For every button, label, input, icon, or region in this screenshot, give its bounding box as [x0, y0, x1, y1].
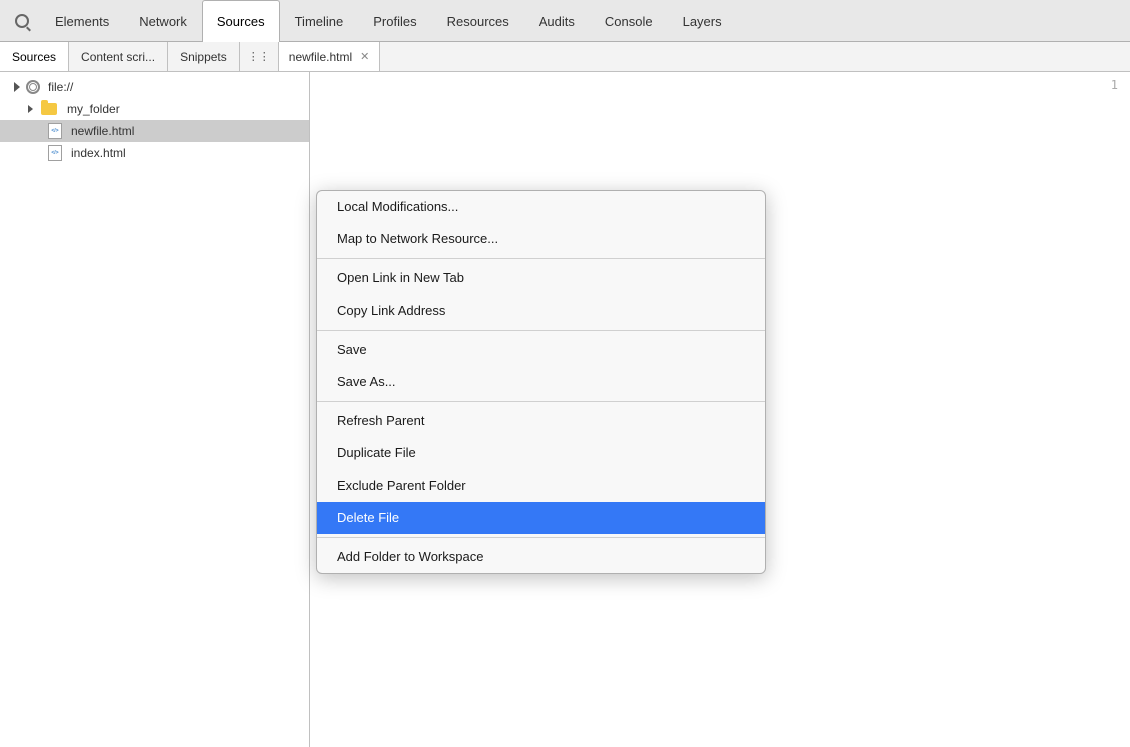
context-menu: Local Modifications...Map to Network Res… [316, 190, 766, 574]
tree-label-my-folder: my_folder [67, 102, 120, 116]
open-file-label: newfile.html [289, 50, 352, 64]
nav-label-resources: Resources [447, 14, 509, 29]
tree-label-index: index.html [71, 146, 126, 160]
nav-label-sources: Sources [217, 14, 265, 29]
nav-item-elements[interactable]: Elements [40, 0, 124, 41]
line-numbers: 1 [310, 72, 1130, 98]
context-menu-separator [317, 258, 765, 259]
sub-tab-bar: Sources Content scri... Snippets ⋮⋮ newf… [0, 42, 1130, 72]
nav-item-network[interactable]: Network [124, 0, 202, 41]
nav-item-resources[interactable]: Resources [432, 0, 524, 41]
context-menu-item-add-folder-workspace[interactable]: Add Folder to Workspace [317, 541, 765, 573]
context-menu-item-duplicate-file[interactable]: Duplicate File [317, 437, 765, 469]
nav-item-audits[interactable]: Audits [524, 0, 590, 41]
open-files-area: newfile.html ✕ [278, 42, 1130, 71]
context-menu-item-save[interactable]: Save [317, 334, 765, 366]
nav-item-console[interactable]: Console [590, 0, 668, 41]
context-menu-item-save-as[interactable]: Save As... [317, 366, 765, 398]
context-menu-separator [317, 330, 765, 331]
context-menu-separator [317, 537, 765, 538]
tree-label-newfile: newfile.html [71, 124, 134, 138]
globe-icon [26, 80, 40, 94]
context-menu-item-exclude-parent-folder[interactable]: Exclude Parent Folder [317, 470, 765, 502]
more-tabs-icon: ⋮⋮ [248, 50, 270, 63]
context-menu-item-open-link-new-tab[interactable]: Open Link in New Tab [317, 262, 765, 294]
tree-item-file-protocol[interactable]: file:// [0, 76, 309, 98]
nav-label-elements: Elements [55, 14, 109, 29]
more-tabs-button[interactable]: ⋮⋮ [240, 42, 278, 71]
context-menu-item-map-to-network[interactable]: Map to Network Resource... [317, 223, 765, 255]
tab-label-sources: Sources [12, 50, 56, 64]
nav-label-profiles: Profiles [373, 14, 416, 29]
tree-label-file-protocol: file:// [48, 80, 73, 94]
tree-item-index-html[interactable]: index.html [0, 142, 309, 164]
nav-label-console: Console [605, 14, 653, 29]
tree-item-my-folder[interactable]: my_folder [0, 98, 309, 120]
folder-icon [41, 103, 57, 115]
top-nav-bar: Elements Network Sources Timeline Profil… [0, 0, 1130, 42]
search-button[interactable] [4, 0, 40, 41]
search-icon [15, 14, 29, 28]
tree-item-newfile-html[interactable]: newfile.html [0, 120, 309, 142]
context-menu-item-local-modifications[interactable]: Local Modifications... [317, 191, 765, 223]
nav-item-timeline[interactable]: Timeline [280, 0, 359, 41]
tab-sources[interactable]: Sources [0, 42, 69, 71]
nav-label-layers: Layers [683, 14, 722, 29]
tab-content-scripts[interactable]: Content scri... [69, 42, 168, 71]
nav-item-layers[interactable]: Layers [668, 0, 737, 41]
context-menu-item-refresh-parent[interactable]: Refresh Parent [317, 405, 765, 437]
nav-item-profiles[interactable]: Profiles [358, 0, 431, 41]
tab-label-snippets: Snippets [180, 50, 227, 64]
context-menu-item-delete-file[interactable]: Delete File [317, 502, 765, 534]
open-file-tab-newfile[interactable]: newfile.html ✕ [279, 42, 381, 71]
nav-item-sources[interactable]: Sources [202, 0, 280, 42]
line-number-1: 1 [310, 76, 1130, 94]
context-menu-item-copy-link-address[interactable]: Copy Link Address [317, 295, 765, 327]
context-menu-separator [317, 401, 765, 402]
nav-label-network: Network [139, 14, 187, 29]
html-file-icon-index [48, 145, 62, 161]
html-file-icon [48, 123, 62, 139]
close-file-button[interactable]: ✕ [360, 50, 369, 63]
collapse-triangle-folder[interactable] [28, 105, 33, 113]
tab-label-content-scripts: Content scri... [81, 50, 155, 64]
nav-label-audits: Audits [539, 14, 575, 29]
file-tree-sidebar: file:// my_folder newfile.html index.htm… [0, 72, 310, 747]
nav-label-timeline: Timeline [295, 14, 344, 29]
collapse-triangle-root[interactable] [14, 82, 20, 92]
tab-snippets[interactable]: Snippets [168, 42, 240, 71]
